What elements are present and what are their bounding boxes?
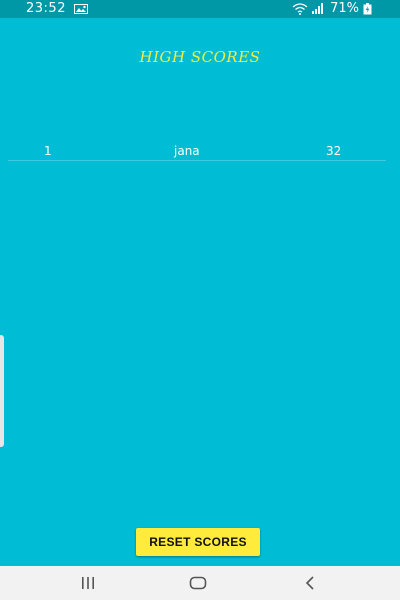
wifi-icon — [292, 2, 308, 15]
player-name: jana — [174, 144, 200, 158]
gallery-icon — [74, 3, 88, 14]
signal-icon — [312, 3, 324, 14]
player-score: 32 — [326, 144, 342, 158]
recents-icon[interactable] — [78, 575, 98, 591]
status-bar: 23:52 71% — [0, 0, 400, 18]
back-icon[interactable] — [300, 575, 320, 591]
battery-text: 71% — [330, 1, 359, 16]
score-rank: 1 — [44, 144, 52, 158]
battery-icon — [363, 2, 372, 15]
home-icon[interactable] — [188, 575, 208, 591]
reset-scores-button[interactable]: RESET SCORES — [136, 528, 260, 556]
table-row: 1 jana 32 — [8, 144, 386, 161]
status-time: 23:52 — [26, 1, 66, 16]
navigation-bar — [0, 566, 400, 600]
page-title: HIGH SCORES — [139, 48, 261, 66]
high-scores-screen: HIGH SCORES 1 jana 32 RESET SCORES — [0, 18, 400, 566]
edge-panel-handle[interactable] — [0, 335, 4, 447]
status-icons: 71% — [292, 1, 372, 16]
